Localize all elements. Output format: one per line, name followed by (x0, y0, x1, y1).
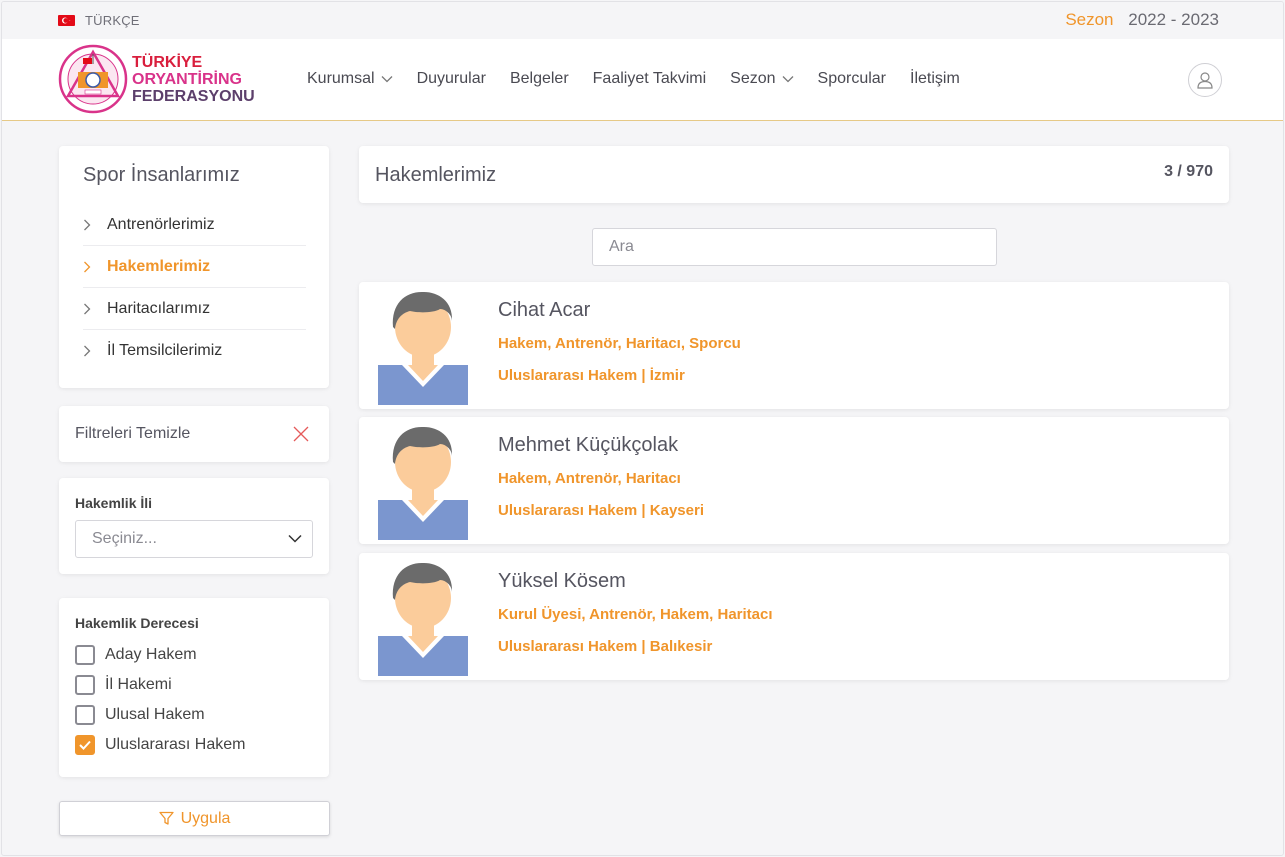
person-name[interactable]: Mehmet Küçükçolak (498, 434, 678, 457)
chevron-down-icon (288, 534, 302, 543)
avatar-placeholder-icon (378, 562, 468, 676)
grade-checkbox-list: Aday Hakem İl Hakemi Ulusal Hakem Ulusla… (75, 640, 245, 760)
grade-option-label: İl Hakemi (105, 676, 172, 693)
apply-filters-label: Uygula (180, 809, 231, 827)
referee-card[interactable]: Yüksel Kösem Kurul Üyesi, Antrenör, Hake… (359, 553, 1229, 680)
top-bar: TÜRKÇE Sezon 2022 - 2023 (2, 2, 1283, 39)
sidebar-item-label: Hakemlerimiz (107, 257, 211, 275)
page: TÜRKÇE Sezon 2022 - 2023 TÜRKİYE ORYANTİ… (1, 1, 1284, 856)
person-detail: Uluslararası Hakem | Kayseri (498, 502, 704, 519)
checkmark-icon (79, 740, 91, 750)
filter-icon (158, 811, 174, 825)
result-count: 3 / 970 (1164, 163, 1213, 180)
main-nav: Kurumsal Duyurular Belgeler Faaliyet Tak… (307, 70, 984, 88)
nav-item-label: İletişim (910, 70, 960, 87)
chevron-right-icon (83, 219, 99, 231)
clear-filters-card[interactable]: Filtreleri Temizle (59, 406, 329, 462)
nav-item-label: Faaliyet Takvimi (592, 70, 707, 87)
nav-item-label: Belgeler (509, 70, 569, 87)
federation-logo[interactable]: TÜRKİYE ORYANTİRİNG FEDERASYONU (58, 44, 255, 114)
user-icon (1197, 72, 1213, 89)
sidebar-list: Antrenörlerimiz Hakemlerimiz Haritacılar… (83, 204, 306, 372)
sidebar-item-hakemlerimiz[interactable]: Hakemlerimiz (83, 246, 306, 288)
clear-filters-label: Filtreleri Temizle (75, 425, 191, 442)
city-select[interactable]: Seçiniz... (75, 520, 313, 558)
grade-option-label: Aday Hakem (105, 646, 197, 663)
search-input[interactable] (592, 228, 997, 266)
person-detail: Uluslararası Hakem | İzmir (498, 367, 685, 384)
page-title: Hakemlerimiz (375, 164, 497, 186)
user-login-button[interactable] (1188, 63, 1222, 97)
grade-option-label: Uluslararası Hakem (105, 736, 246, 753)
sidebar-item-label: Haritacılarımız (107, 299, 211, 317)
chevron-right-icon (83, 303, 99, 315)
grade-option-uluslararasi-hakem[interactable]: Uluslararası Hakem (75, 730, 245, 760)
language-switcher[interactable]: TÜRKÇE (58, 13, 140, 28)
chevron-right-icon (83, 261, 99, 273)
nav-item-label: Sezon (730, 70, 776, 87)
city-filter-card: Hakemlik İli Seçiniz... (59, 478, 329, 574)
chevron-right-icon (83, 345, 99, 357)
grade-option-aday-hakem[interactable]: Aday Hakem (75, 640, 245, 670)
logo-line-1: TÜRKİYE (132, 53, 203, 71)
federation-name: TÜRKİYE ORYANTİRİNG FEDERASYONU (132, 54, 255, 105)
referee-card[interactable]: Mehmet Küçükçolak Hakem, Antrenör, Harit… (359, 417, 1229, 544)
avatar-placeholder-icon (378, 426, 468, 540)
grade-option-label: Ulusal Hakem (105, 706, 205, 723)
person-roles: Kurul Üyesi, Antrenör, Hakem, Haritacı (498, 606, 773, 623)
sidebar-item-label: Antrenörlerimiz (107, 215, 215, 233)
grade-option-ulusal-hakem[interactable]: Ulusal Hakem (75, 700, 245, 730)
sidebar-item-antrenorlerimiz[interactable]: Antrenörlerimiz (83, 204, 306, 246)
federation-emblem-icon (58, 44, 128, 114)
checkbox-checked[interactable] (75, 735, 95, 755)
grade-option-il-hakemi[interactable]: İl Hakemi (75, 670, 245, 700)
sidebar-item-il-temsilcilerimiz[interactable]: İl Temsilcilerimiz (83, 330, 306, 372)
site-header: TÜRKİYE ORYANTİRİNG FEDERASYONU Kurumsal… (2, 39, 1283, 121)
avatar-placeholder-icon (378, 291, 468, 405)
nav-item-faaliyet-takvimi[interactable]: Faaliyet Takvimi (593, 70, 707, 88)
nav-item-belgeler[interactable]: Belgeler (510, 70, 569, 88)
season-value: 2022 - 2023 (1128, 10, 1219, 29)
nav-item-label: Sporcular (817, 70, 887, 87)
person-name[interactable]: Yüksel Kösem (498, 570, 626, 593)
language-label: TÜRKÇE (85, 13, 140, 28)
checkbox[interactable] (75, 645, 95, 665)
nav-item-kurumsal[interactable]: Kurumsal (307, 70, 393, 88)
nav-item-label: Duyurular (416, 70, 486, 87)
chevron-down-icon (381, 76, 393, 83)
sidebar-title: Spor İnsanlarımız (83, 164, 240, 186)
close-icon[interactable] (293, 426, 309, 442)
grade-filter-label: Hakemlik Derecesi (75, 615, 199, 631)
person-roles: Hakem, Antrenör, Haritacı, Sporcu (498, 335, 741, 352)
logo-line-3: FEDERASYONU (132, 87, 255, 105)
nav-item-sporcular[interactable]: Sporcular (818, 70, 886, 88)
apply-filters-button[interactable]: Uygula (59, 801, 330, 836)
turkey-flag-icon (58, 15, 75, 26)
people-category-card: Spor İnsanlarımız Antrenörlerimiz Hakeml… (59, 146, 329, 388)
checkbox[interactable] (75, 675, 95, 695)
results-header: Hakemlerimiz 3 / 970 (359, 146, 1229, 203)
person-name[interactable]: Cihat Acar (498, 299, 590, 322)
grade-filter-card: Hakemlik Derecesi Aday Hakem İl Hakemi U… (59, 598, 329, 777)
season-label: Sezon (1065, 10, 1114, 29)
chevron-down-icon (782, 76, 793, 83)
nav-item-duyurular[interactable]: Duyurular (417, 70, 486, 88)
sidebar-item-label: İl Temsilcilerimiz (107, 342, 223, 359)
sidebar-item-haritacilarimiz[interactable]: Haritacılarımız (83, 288, 306, 330)
nav-item-sezon[interactable]: Sezon (730, 70, 793, 88)
city-select-value: Seçiniz... (92, 530, 157, 547)
nav-item-iletisim[interactable]: İletişim (910, 70, 960, 88)
nav-item-label: Kurumsal (307, 70, 375, 87)
city-filter-label: Hakemlik İli (75, 495, 153, 511)
checkbox[interactable] (75, 705, 95, 725)
person-roles: Hakem, Antrenör, Haritacı (498, 470, 681, 487)
person-detail: Uluslararası Hakem | Balıkesir (498, 638, 713, 655)
season-display: Sezon 2022 - 2023 (1065, 10, 1219, 30)
logo-line-2: ORYANTİRİNG (132, 70, 242, 88)
referee-card[interactable]: Cihat Acar Hakem, Antrenör, Haritacı, Sp… (359, 282, 1229, 409)
